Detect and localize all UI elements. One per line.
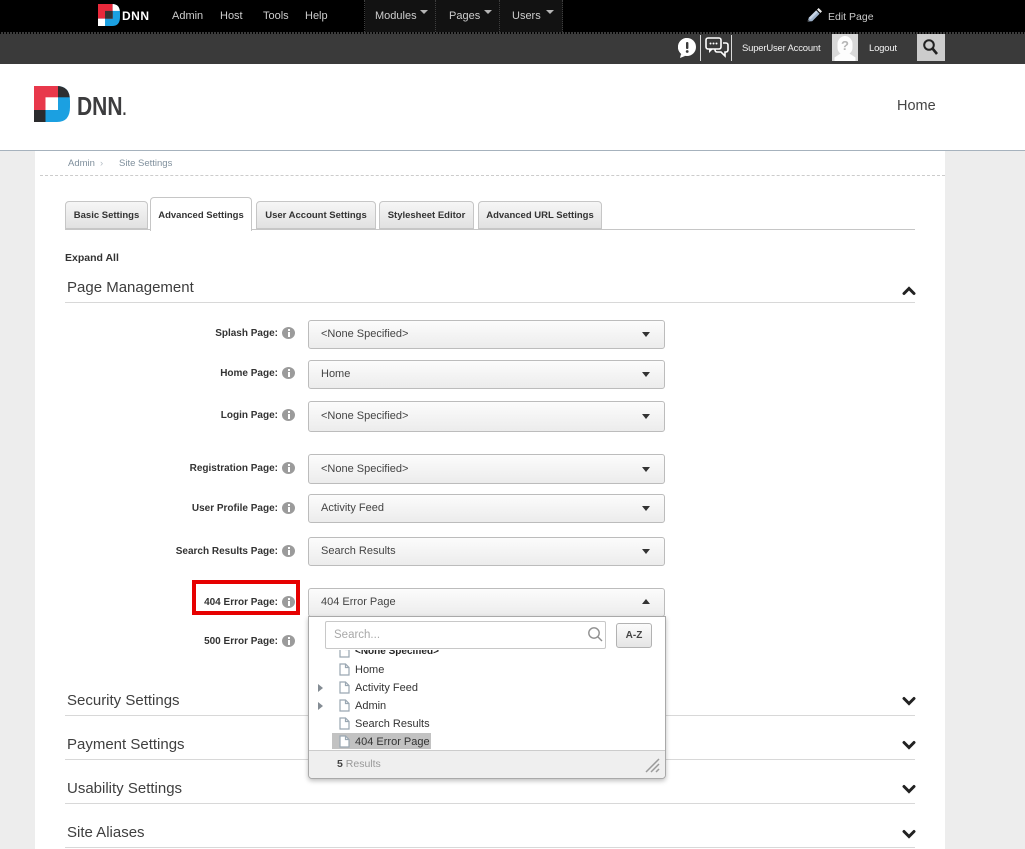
svg-text:?: ? (841, 38, 849, 53)
